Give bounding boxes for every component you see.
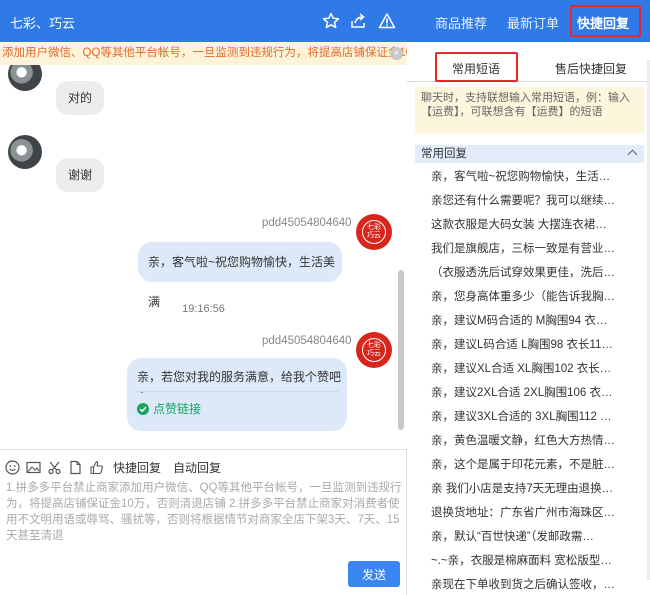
phrase-item[interactable]: 亲，客气啦~祝您购物愉快，生活… [415, 165, 644, 189]
phrase-item[interactable]: 这款衣服是大码女装 大摆连衣裙… [415, 213, 644, 237]
tab-latest-orders[interactable]: 最新订单 [507, 13, 559, 32]
highlight-box [570, 5, 641, 37]
phrase-item[interactable]: 亲现在下单收到货之后确认签收，… [415, 573, 644, 595]
incoming-message: 谢谢 [56, 158, 105, 192]
sender-id: pdd45054804640 [262, 335, 352, 347]
customer-avatar [8, 65, 42, 91]
hint-box: 聊天时，支持联想输入常用短语，例：输入【运费】，可联想含有【运费】的短语 [415, 87, 644, 133]
chat-scrollbar[interactable] [398, 270, 404, 430]
phrase-item[interactable]: 亲，建议L码合适 L胸围98 衣长11… [415, 333, 644, 357]
side-panel: 商品推荐 最新订单 快捷回复 常用短语 售后快捷回复 聊天时，支持联想输入常用短… [407, 0, 650, 595]
tab-aftersale-replies[interactable]: 售后快捷回复 [555, 60, 627, 77]
phrase-item[interactable]: 亲，建议2XL合适 2XL胸围106 衣… [415, 381, 644, 405]
file-icon[interactable] [67, 459, 83, 475]
phrase-item[interactable]: ~.~亲，衣服是棉麻面料 宽松版型… [415, 549, 644, 573]
chat-panel: 七彩、巧云 添加用户微信、QQ等其他平台帐号，一旦监测到违规行为，将提高店铺保证… [0, 0, 407, 595]
tab-product-recommend[interactable]: 商品推荐 [435, 13, 487, 32]
warning-banner: 添加用户微信、QQ等其他平台帐号，一旦监测到违规行为，将提高店铺保证金10万， … [0, 42, 407, 65]
phrase-item[interactable]: 亲，您身高体重多少（能告诉我胸… [415, 285, 644, 309]
phrase-item[interactable]: 亲 我们小店是支持7天无理由退换… [415, 477, 644, 501]
shop-avatar: 七彩 巧云 [356, 214, 392, 250]
customer-name: 七彩、巧云 [10, 16, 76, 31]
warning-text: 添加用户微信、QQ等其他平台帐号，一旦监测到违规行为，将提高店铺保证金10万， [2, 47, 407, 59]
phrase-group-header[interactable]: 常用回复 [415, 145, 644, 163]
side-panel-tabs: 商品推荐 最新订单 快捷回复 [407, 0, 650, 42]
share-icon[interactable] [347, 10, 369, 32]
thumbs-up-icon[interactable] [88, 459, 104, 475]
phrase-item[interactable]: （衣服透洗后试穿效果更佳，洗后… [415, 261, 644, 285]
phrase-item[interactable]: 亲您还有什么需要呢？我可以继续… [415, 189, 644, 213]
compose-area: 快捷回复 自动回复 1.拼多多平台禁止商家添加用户微信、QQ等其他平台帐号，一旦… [0, 449, 407, 595]
customer-avatar [8, 135, 42, 169]
send-button[interactable]: 发送 [348, 561, 400, 587]
incoming-message: 对的 [56, 81, 105, 115]
phrase-item[interactable]: 亲，建议XL合适 XL胸围102 衣长… [415, 357, 644, 381]
quick-reply-subtabs: 常用短语 售后快捷回复 [407, 50, 650, 82]
shop-avatar: 七彩 巧云 [356, 332, 392, 368]
phrase-item[interactable]: 亲，黄色温暖文静，红色大方热情… [415, 429, 644, 453]
star-icon[interactable] [320, 10, 342, 32]
quick-reply-button[interactable]: 快捷回复 [113, 459, 161, 476]
phrase-item[interactable]: 亲，建议3XL合适的 3XL胸围112 … [415, 405, 644, 429]
compose-toolbar: 快捷回复 自动回复 [4, 458, 229, 476]
divider [135, 391, 339, 392]
outgoing-message: 亲，客气啦~祝您购物愉快，生活美满 [138, 242, 342, 309]
message-list[interactable]: 对的 谢谢 pdd45054804640 七彩 巧云 亲，客气啦~祝您购物愉快，生… [0, 65, 407, 449]
outgoing-message-card: 亲，若您对我的服务满意，给我个赞吧~ 点赞链接 [127, 358, 347, 431]
message-input[interactable]: 1.拼多多平台禁止商家添加用户微信、QQ等其他平台帐号，一旦监测到违规行为，将提… [6, 480, 404, 544]
emoji-icon[interactable] [4, 459, 20, 475]
highlight-box [435, 52, 518, 82]
phrase-list: 亲，客气啦~祝您购物愉快，生活… 亲您还有什么需要呢？我可以继续… 这款衣服是大码女… [415, 165, 644, 595]
close-icon[interactable]: × [390, 47, 403, 60]
chat-header: 七彩、巧云 [0, 0, 407, 42]
alert-icon[interactable] [376, 10, 398, 32]
phrase-item[interactable]: 亲，默认“百世快递”（发邮政需… [415, 525, 644, 549]
phrase-item[interactable]: 亲，建议M码合适的 M胸围94 衣… [415, 309, 644, 333]
image-icon[interactable] [25, 459, 41, 475]
chevron-up-icon[interactable] [627, 149, 638, 160]
phrase-item[interactable]: 退换货地址：广东省广州市海珠区… [415, 501, 644, 525]
sender-id: pdd45054804640 [262, 217, 352, 229]
phrase-item[interactable]: 亲，这个是属于印花元素，不是脏… [415, 453, 644, 477]
outgoing-message-text: 亲，若您对我的服务满意，给我个赞吧~ [137, 370, 342, 399]
auto-reply-button[interactable]: 自动回复 [173, 459, 221, 476]
check-circle-icon [137, 402, 149, 415]
like-link[interactable]: 点赞链接 [137, 400, 201, 417]
phrase-item[interactable]: 我们是旗舰店，三标一致是有营业… [415, 237, 644, 261]
scissors-icon[interactable] [46, 459, 62, 475]
message-timestamp: 19:16:56 [182, 303, 225, 315]
